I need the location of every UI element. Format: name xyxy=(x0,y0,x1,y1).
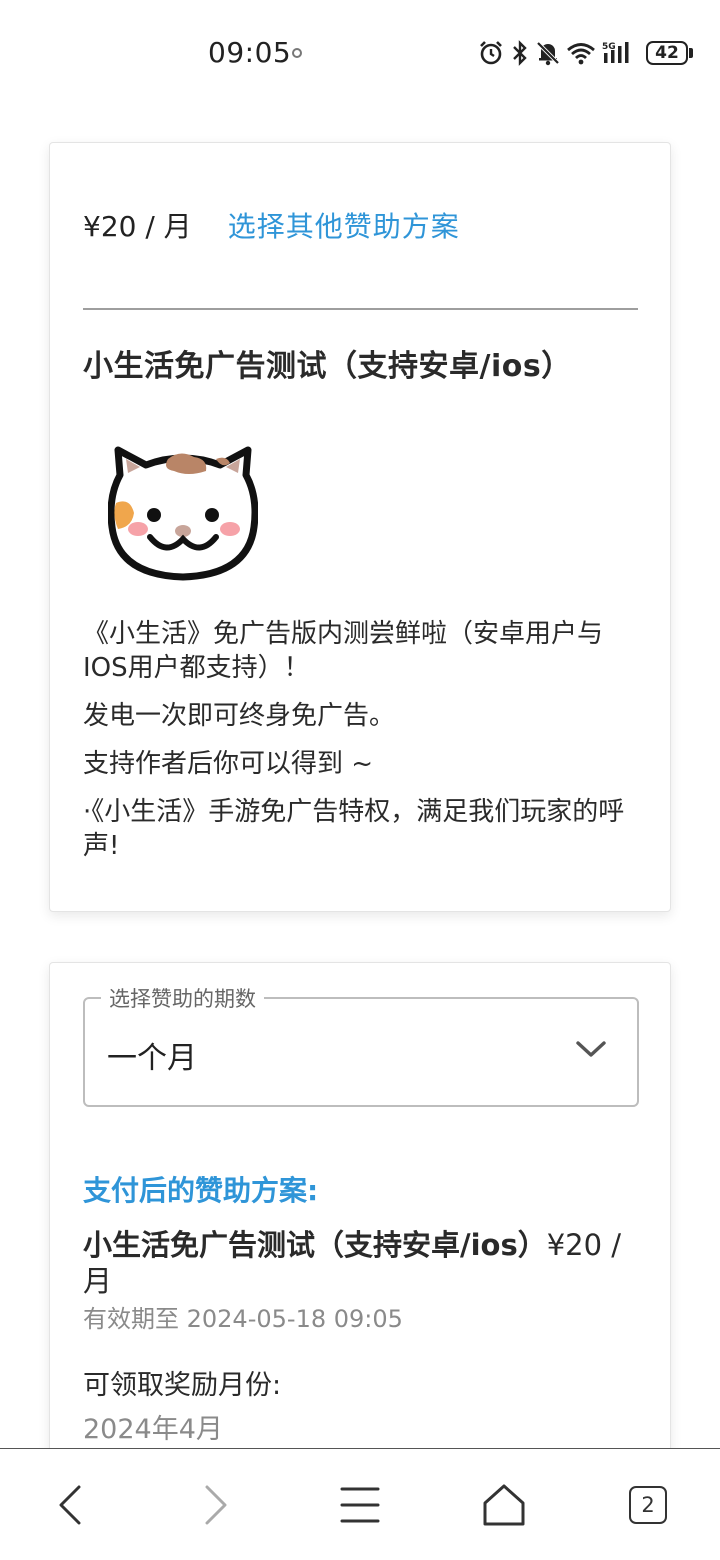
valid-until: 有效期至 2024-05-18 09:05 xyxy=(83,1305,403,1333)
reward-month: 2024年4月 xyxy=(83,1414,223,1445)
description-line: 《小生活》免广告版内测尝鲜啦（安卓用户与IOS用户都支持）！ xyxy=(83,619,604,683)
menu-button[interactable] xyxy=(330,1477,390,1533)
menu-icon xyxy=(340,1487,380,1523)
plan-description: 《小生活》免广告版内测尝鲜啦（安卓用户与IOS用户都支持）！ 发电一次即可终身免… xyxy=(83,617,643,877)
back-button[interactable] xyxy=(40,1477,100,1533)
plan-price: ¥20 / 月 xyxy=(83,210,192,243)
battery-icon: 42 xyxy=(646,41,693,65)
home-icon xyxy=(483,1484,525,1526)
description-line: 发电一次即可终身免广告。 xyxy=(83,701,396,731)
forward-icon xyxy=(205,1485,227,1525)
signal-icon: 5G xyxy=(602,40,636,66)
tabs-icon: 2 xyxy=(629,1486,667,1524)
wifi-icon xyxy=(566,41,596,65)
alarm-icon xyxy=(478,40,504,66)
bluetooth-icon xyxy=(510,40,530,66)
status-icons: 5G 42 xyxy=(478,36,693,70)
period-select[interactable]: 选择赞助的期数 一个月 xyxy=(83,983,639,1107)
location-dot-icon xyxy=(292,48,302,58)
description-line: ·《小生活》手游免广告特权，满足我们玩家的呼声! xyxy=(83,797,625,861)
after-pay-plan-name: 小生活免广告测试（支持安卓/ios） xyxy=(83,1228,547,1262)
tabs-button[interactable]: 2 xyxy=(618,1477,678,1533)
battery-level: 42 xyxy=(646,41,688,65)
back-icon xyxy=(59,1485,81,1525)
bell-muted-icon xyxy=(536,40,560,66)
plan-title: 小生活免广告测试（支持安卓/ios） xyxy=(83,349,572,384)
period-select-label: 选择赞助的期数 xyxy=(101,983,264,1013)
after-pay-heading: 支付后的赞助方案: xyxy=(83,1174,319,1207)
status-time: 09:05 xyxy=(208,36,292,69)
bottom-nav: 2 xyxy=(0,1448,720,1560)
status-bar: 09:05 5G 42 xyxy=(0,0,720,100)
home-button[interactable] xyxy=(474,1477,534,1533)
chevron-down-icon xyxy=(575,1039,607,1063)
after-pay-plan: 小生活免广告测试（支持安卓/ios）¥20 / 月 xyxy=(83,1227,643,1299)
other-plans-link[interactable]: 选择其他赞助方案 xyxy=(228,205,460,245)
price-row: ¥20 / 月 选择其他赞助方案 xyxy=(83,205,460,245)
forward-button[interactable] xyxy=(186,1477,246,1533)
period-select-value: 一个月 xyxy=(107,1041,197,1076)
description-line: 支持作者后你可以得到 ~ xyxy=(83,749,374,779)
plan-card: ¥20 / 月 选择其他赞助方案 小生活免广告测试（支持安卓/ios） 《小生活… xyxy=(49,142,671,912)
reward-label: 可领取奖励月份: xyxy=(83,1370,282,1401)
divider xyxy=(83,308,638,310)
cat-logo-icon xyxy=(108,446,258,581)
